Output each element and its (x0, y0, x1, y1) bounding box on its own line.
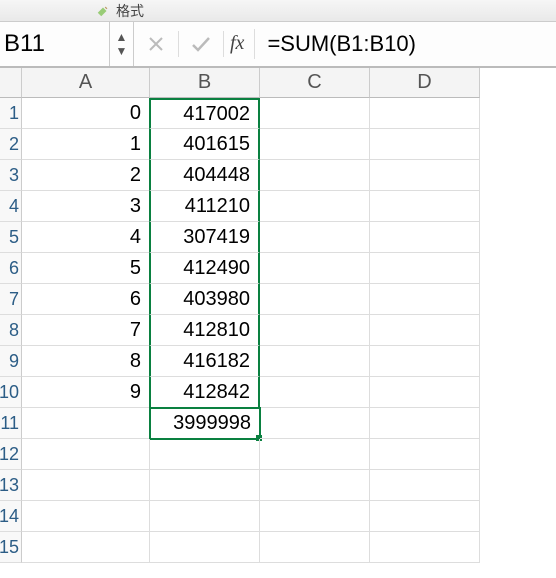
cell-a10[interactable]: 9 (22, 377, 150, 408)
cell-c4[interactable] (260, 191, 370, 222)
cell-d12[interactable] (370, 439, 480, 470)
cell-d15[interactable] (370, 532, 480, 563)
cell-d8[interactable] (370, 315, 480, 346)
cell-c10[interactable] (260, 377, 370, 408)
cell-c14[interactable] (260, 501, 370, 532)
cell-c2[interactable] (260, 129, 370, 160)
row-header[interactable]: 11 (0, 408, 22, 439)
cell-d5[interactable] (370, 222, 480, 253)
cell-b6[interactable]: 412490 (149, 253, 260, 284)
stepper-down-icon: ▼ (116, 44, 128, 58)
cell-a15[interactable] (22, 532, 150, 563)
cell-c3[interactable] (260, 160, 370, 191)
stepper-up-icon: ▲ (116, 30, 128, 44)
cell-b8[interactable]: 412810 (149, 315, 260, 346)
row-header[interactable]: 12 (0, 439, 22, 470)
cell-a4[interactable]: 3 (22, 191, 150, 222)
cell-d1[interactable] (370, 98, 480, 129)
cell-b15[interactable] (150, 532, 260, 563)
spreadsheet-grid[interactable]: A B C D 1 0 417002 2 1 401615 3 2 404448… (0, 68, 556, 563)
cell-a14[interactable] (22, 501, 150, 532)
cell-b9[interactable]: 416182 (149, 346, 260, 377)
cell-c13[interactable] (260, 470, 370, 501)
cell-b11[interactable]: 3999998 (150, 408, 260, 439)
cell-b4[interactable]: 411210 (149, 191, 260, 222)
select-all-corner[interactable] (0, 68, 22, 98)
cell-a9[interactable]: 8 (22, 346, 150, 377)
cell-d10[interactable] (370, 377, 480, 408)
cell-b2[interactable]: 401615 (149, 129, 260, 160)
fx-label[interactable]: fx (224, 29, 255, 60)
cell-c8[interactable] (260, 315, 370, 346)
col-header-d[interactable]: D (370, 68, 480, 98)
cell-c11[interactable] (260, 408, 370, 439)
cell-b10[interactable]: 412842 (149, 377, 260, 408)
row-header[interactable]: 9 (0, 346, 22, 377)
cell-b1[interactable]: 417002 (149, 98, 260, 129)
cell-c5[interactable] (260, 222, 370, 253)
col-header-b[interactable]: B (150, 68, 260, 98)
row-header[interactable]: 15 (0, 532, 22, 563)
row-header[interactable]: 2 (0, 129, 22, 160)
cell-d9[interactable] (370, 346, 480, 377)
cancel-button[interactable] (134, 22, 178, 66)
cell-a11[interactable] (22, 408, 150, 439)
cell-d11[interactable] (370, 408, 480, 439)
cell-b12[interactable] (150, 439, 260, 470)
cell-a5[interactable]: 4 (22, 222, 150, 253)
row-header[interactable]: 5 (0, 222, 22, 253)
cell-a2[interactable]: 1 (22, 129, 150, 160)
cell-b5[interactable]: 307419 (149, 222, 260, 253)
cell-d13[interactable] (370, 470, 480, 501)
row-header[interactable]: 8 (0, 315, 22, 346)
cell-b13[interactable] (150, 470, 260, 501)
cell-a8[interactable]: 7 (22, 315, 150, 346)
cell-c9[interactable] (260, 346, 370, 377)
name-box-stepper[interactable]: ▲ ▼ (110, 22, 134, 66)
cell-c6[interactable] (260, 253, 370, 284)
formula-bar: B11 ▲ ▼ fx =SUM(B1:B10) (0, 22, 556, 68)
cell-c12[interactable] (260, 439, 370, 470)
formula-input[interactable]: =SUM(B1:B10) (255, 31, 556, 57)
cell-b7[interactable]: 403980 (149, 284, 260, 315)
row-header[interactable]: 1 (0, 98, 22, 129)
row-header[interactable]: 14 (0, 501, 22, 532)
cell-b3[interactable]: 404448 (149, 160, 260, 191)
confirm-button[interactable] (179, 22, 223, 66)
cell-d7[interactable] (370, 284, 480, 315)
cell-a13[interactable] (22, 470, 150, 501)
cell-a3[interactable]: 2 (22, 160, 150, 191)
cell-b14[interactable] (150, 501, 260, 532)
cell-c1[interactable] (260, 98, 370, 129)
cell-a6[interactable]: 5 (22, 253, 150, 284)
col-header-a[interactable]: A (22, 68, 150, 98)
paint-icon (96, 4, 110, 18)
cell-c7[interactable] (260, 284, 370, 315)
cell-d3[interactable] (370, 160, 480, 191)
x-icon (147, 35, 165, 53)
check-icon (190, 35, 212, 53)
row-header[interactable]: 7 (0, 284, 22, 315)
row-header[interactable]: 4 (0, 191, 22, 222)
row-header[interactable]: 6 (0, 253, 22, 284)
cell-d14[interactable] (370, 501, 480, 532)
row-header[interactable]: 3 (0, 160, 22, 191)
col-header-c[interactable]: C (260, 68, 370, 98)
format-label[interactable]: 格式 (116, 1, 144, 21)
cell-d4[interactable] (370, 191, 480, 222)
cell-d6[interactable] (370, 253, 480, 284)
row-header[interactable]: 13 (0, 470, 22, 501)
name-box[interactable]: B11 (0, 22, 110, 66)
row-header[interactable]: 10 (0, 377, 22, 408)
cell-a7[interactable]: 6 (22, 284, 150, 315)
cell-a12[interactable] (22, 439, 150, 470)
cell-a1[interactable]: 0 (22, 98, 150, 129)
cell-d2[interactable] (370, 129, 480, 160)
ribbon-fragment: 格式 (0, 0, 556, 22)
cell-c15[interactable] (260, 532, 370, 563)
